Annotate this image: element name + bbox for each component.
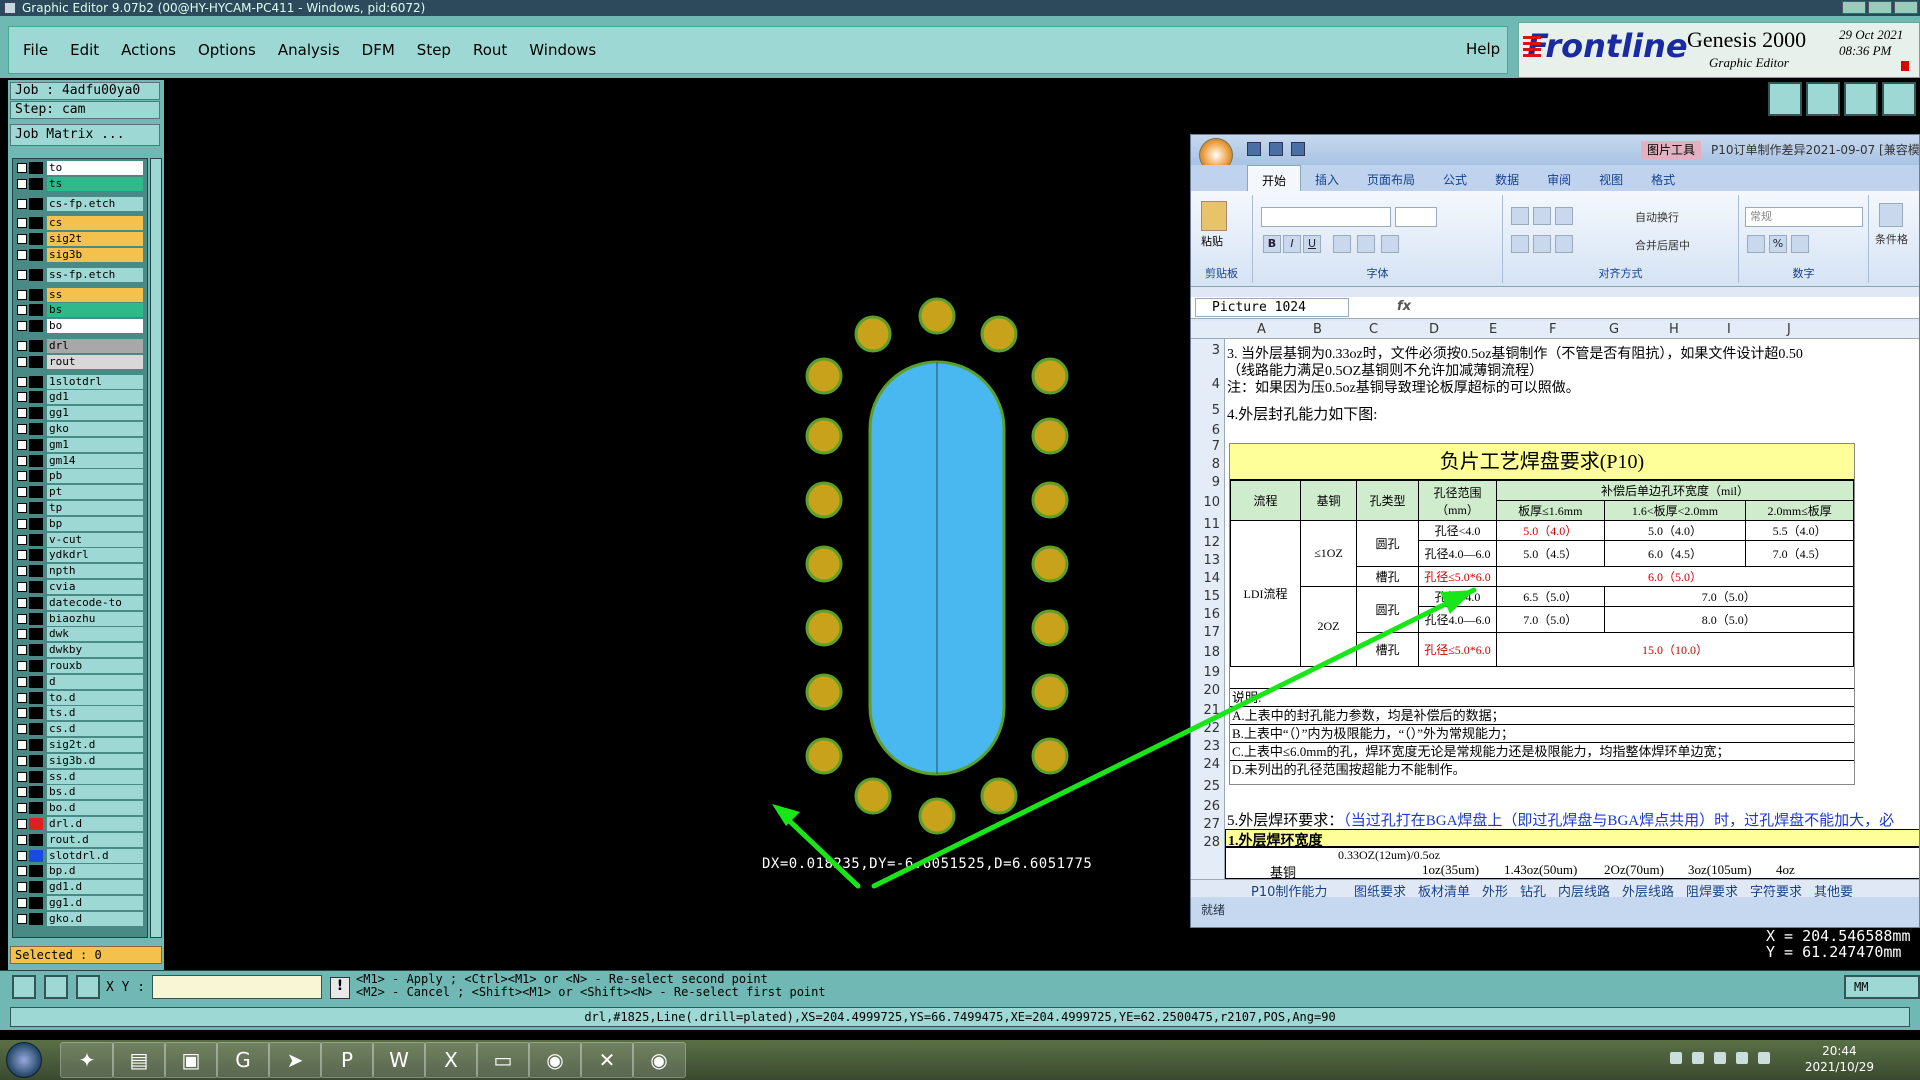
mouse-hints: <M1> - Apply ; <Ctrl><M1> or <N> - Re-se… [356,973,1756,1001]
command-row: X Y : ! <M1> - Apply ; <Ctrl><M1> or <N>… [0,970,1920,1004]
excel-icon[interactable]: X [424,1042,478,1078]
eye2-icon[interactable]: ◉ [632,1042,686,1078]
folder-icon[interactable]: ✦ [60,1042,114,1078]
system-tray [1670,1052,1770,1064]
annotation-overlay [772,587,1477,889]
p-icon[interactable]: P [320,1042,374,1078]
start-button[interactable] [6,1042,42,1078]
eye-icon[interactable]: ◉ [528,1042,582,1078]
x-icon[interactable]: ✕ [580,1042,634,1078]
taskbar: ✦ ▤ ▣ G ➤ P W X ▭ ◉ ✕ ◉ 20:44 2021/10/29 [0,1040,1920,1080]
arrow-line-to-readout [777,809,861,889]
tray-icon-3[interactable] [1714,1052,1726,1064]
status-bar: drl,#1825,Line(.drill=plated),XS=204.499… [0,1004,1920,1030]
snap-icon[interactable] [12,975,36,999]
clock-date: 2021/10/29 [1804,1060,1874,1074]
network-icon[interactable] [1758,1052,1770,1064]
notepad-icon[interactable]: ▤ [112,1042,166,1078]
paper-icon[interactable]: ▭ [476,1042,530,1078]
hint-line-2: <M2> - Cancel ; <Shift><M1> or <Shift><N… [356,985,826,999]
measure-icon[interactable] [44,975,68,999]
feather-icon[interactable]: ➤ [268,1042,322,1078]
feature-status: drl,#1825,Line(.drill=plated),XS=204.499… [10,1007,1910,1027]
xy-input[interactable] [152,975,322,999]
clock[interactable]: 20:44 2021/10/29 [1805,1043,1874,1075]
volume-icon[interactable] [1736,1052,1748,1064]
tray-icon-1[interactable] [1670,1052,1682,1064]
app-g-icon[interactable]: G [216,1042,270,1078]
arrow-line-to-table [871,587,1477,889]
xy-label: X Y : [106,980,146,995]
word-icon[interactable]: W [372,1042,426,1078]
exclaim-button[interactable]: ! [330,977,350,999]
clock-time: 20:44 [1822,1044,1857,1058]
save-icon[interactable]: ▣ [164,1042,218,1078]
grid-icon[interactable] [76,975,100,999]
tray-icon-2[interactable] [1692,1052,1704,1064]
arrowhead-readout [772,804,800,826]
arrowhead-table [1440,590,1474,614]
unit-button[interactable]: MM [1844,975,1920,999]
